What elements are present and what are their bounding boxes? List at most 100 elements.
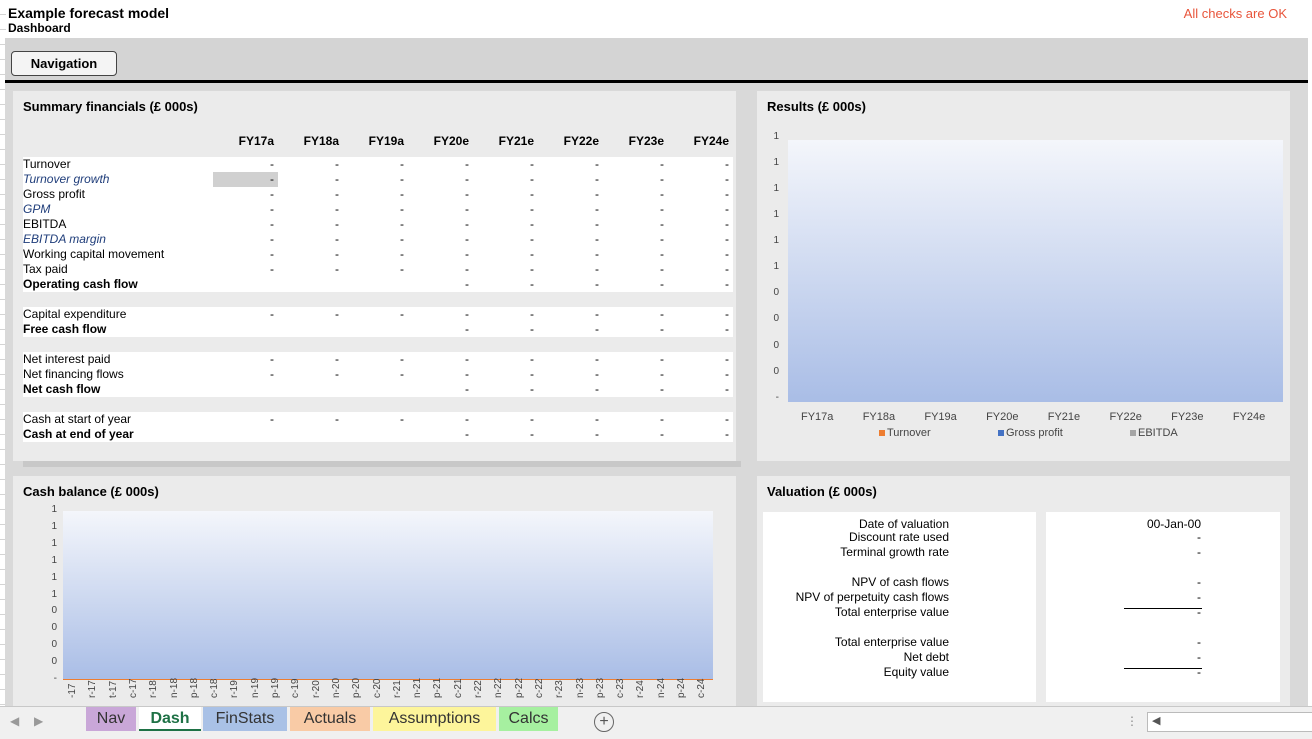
summary-cell[interactable]: -: [473, 367, 538, 382]
summary-cell[interactable]: -: [408, 247, 473, 262]
summary-cell[interactable]: -: [473, 232, 538, 247]
valuation-value[interactable]: -: [1117, 650, 1201, 664]
valuation-value[interactable]: -: [1117, 590, 1201, 604]
summary-cell[interactable]: -: [668, 307, 733, 322]
summary-cell[interactable]: -: [603, 202, 668, 217]
summary-cell[interactable]: -: [668, 172, 733, 187]
summary-cell[interactable]: [278, 382, 343, 397]
summary-cell[interactable]: -: [213, 172, 278, 187]
summary-cell[interactable]: -: [343, 187, 408, 202]
summary-cell[interactable]: -: [668, 367, 733, 382]
summary-cell[interactable]: -: [668, 352, 733, 367]
summary-cell[interactable]: -: [408, 427, 473, 442]
summary-cell[interactable]: -: [213, 232, 278, 247]
summary-cell[interactable]: -: [668, 262, 733, 277]
summary-cell[interactable]: -: [603, 187, 668, 202]
summary-cell[interactable]: [603, 292, 668, 307]
summary-cell[interactable]: -: [408, 157, 473, 172]
row-label[interactable]: Gross profit: [23, 187, 213, 202]
valuation-value[interactable]: -: [1117, 635, 1201, 649]
summary-cell[interactable]: [343, 397, 408, 412]
summary-cell[interactable]: -: [408, 367, 473, 382]
row-label[interactable]: Net cash flow: [23, 382, 213, 397]
summary-cell[interactable]: [278, 277, 343, 292]
summary-cell[interactable]: [213, 397, 278, 412]
tab-scroll-left-icon[interactable]: ◀: [10, 714, 19, 728]
summary-cell[interactable]: [278, 322, 343, 337]
summary-cell[interactable]: -: [343, 352, 408, 367]
summary-cell[interactable]: [668, 292, 733, 307]
summary-cell[interactable]: [213, 322, 278, 337]
summary-cell[interactable]: -: [603, 322, 668, 337]
summary-cell[interactable]: -: [213, 247, 278, 262]
summary-cell[interactable]: -: [538, 247, 603, 262]
summary-cell[interactable]: -: [278, 262, 343, 277]
summary-cell[interactable]: -: [408, 352, 473, 367]
summary-cell[interactable]: -: [473, 202, 538, 217]
row-label[interactable]: Free cash flow: [23, 322, 213, 337]
summary-cell[interactable]: -: [538, 157, 603, 172]
summary-cell[interactable]: [603, 337, 668, 352]
summary-cell[interactable]: [668, 337, 733, 352]
summary-cell[interactable]: [213, 292, 278, 307]
summary-cell[interactable]: [343, 427, 408, 442]
summary-cell[interactable]: -: [603, 157, 668, 172]
summary-cell[interactable]: -: [603, 217, 668, 232]
summary-cell[interactable]: -: [408, 382, 473, 397]
summary-cell[interactable]: -: [538, 427, 603, 442]
summary-cell[interactable]: [343, 277, 408, 292]
valuation-value[interactable]: -: [1117, 575, 1201, 589]
summary-cell[interactable]: -: [343, 262, 408, 277]
summary-cell[interactable]: -: [213, 307, 278, 322]
summary-cell[interactable]: -: [668, 217, 733, 232]
summary-cell[interactable]: -: [603, 412, 668, 427]
summary-cell[interactable]: -: [213, 367, 278, 382]
summary-cell[interactable]: -: [278, 232, 343, 247]
add-sheet-icon[interactable]: +: [594, 712, 614, 732]
row-label[interactable]: Cash at end of year: [23, 427, 213, 442]
summary-cell[interactable]: -: [668, 382, 733, 397]
summary-cell[interactable]: -: [538, 352, 603, 367]
row-label[interactable]: [23, 397, 213, 412]
summary-cell[interactable]: -: [278, 307, 343, 322]
summary-cell[interactable]: -: [603, 262, 668, 277]
summary-cell[interactable]: -: [668, 247, 733, 262]
summary-cell[interactable]: -: [538, 367, 603, 382]
scroll-left-icon[interactable]: ◀: [1152, 714, 1160, 727]
row-label[interactable]: GPM: [23, 202, 213, 217]
summary-cell[interactable]: -: [213, 217, 278, 232]
summary-cell[interactable]: [668, 397, 733, 412]
summary-cell[interactable]: -: [213, 202, 278, 217]
summary-cell[interactable]: [278, 292, 343, 307]
tab-calcs[interactable]: Calcs: [499, 707, 558, 731]
summary-cell[interactable]: -: [278, 247, 343, 262]
summary-cell[interactable]: -: [668, 187, 733, 202]
summary-cell[interactable]: -: [278, 412, 343, 427]
summary-cell[interactable]: [278, 397, 343, 412]
valuation-value[interactable]: 00-Jan-00: [1117, 517, 1201, 531]
row-label[interactable]: Capital expenditure: [23, 307, 213, 322]
row-label[interactable]: Operating cash flow: [23, 277, 213, 292]
summary-cell[interactable]: -: [473, 307, 538, 322]
summary-cell[interactable]: [213, 337, 278, 352]
summary-cell[interactable]: -: [343, 217, 408, 232]
summary-cell[interactable]: -: [473, 172, 538, 187]
summary-cell[interactable]: -: [408, 187, 473, 202]
summary-cell[interactable]: -: [538, 202, 603, 217]
summary-cell[interactable]: -: [343, 307, 408, 322]
summary-cell[interactable]: -: [538, 307, 603, 322]
summary-cell[interactable]: [538, 292, 603, 307]
row-label[interactable]: Working capital movement: [23, 247, 213, 262]
tab-nav[interactable]: Nav: [86, 707, 136, 731]
summary-cell[interactable]: -: [603, 172, 668, 187]
summary-cell[interactable]: -: [473, 262, 538, 277]
row-label[interactable]: Tax paid: [23, 262, 213, 277]
summary-cell[interactable]: -: [473, 412, 538, 427]
row-label[interactable]: EBITDA: [23, 217, 213, 232]
summary-cell[interactable]: -: [668, 322, 733, 337]
summary-cell[interactable]: -: [278, 202, 343, 217]
summary-cell[interactable]: -: [668, 202, 733, 217]
summary-cell[interactable]: -: [473, 277, 538, 292]
summary-cell[interactable]: [473, 292, 538, 307]
row-label[interactable]: EBITDA margin: [23, 232, 213, 247]
